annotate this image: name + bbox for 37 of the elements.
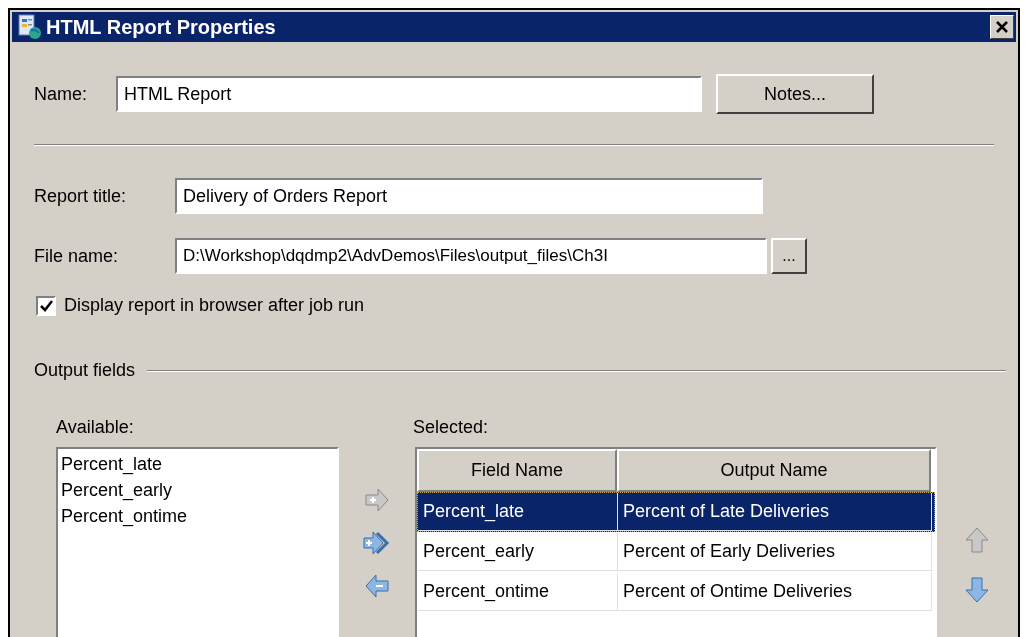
- table-cell: Percent_late: [418, 493, 618, 531]
- checkbox-label: Display report in browser after job run: [64, 294, 365, 317]
- list-item[interactable]: Percent_late: [61, 451, 163, 477]
- file-name-field[interactable]: D:\Workshop\dqdmp2\AdvDemos\Files\output_files\Ch3I: [175, 238, 767, 274]
- window-title: HTML Report Properties: [46, 15, 276, 40]
- remove-arrow-icon[interactable]: [363, 572, 391, 600]
- field-label: Name:: [34, 82, 88, 106]
- table-cell: Percent_early: [418, 533, 618, 571]
- list-label: Available:: [56, 416, 135, 439]
- field-label: Report title:: [34, 184, 128, 208]
- check-icon: [39, 299, 53, 312]
- group-label: Output fields: [34, 359, 136, 382]
- table-row[interactable]: Percent_late Percent of Late Deliveries: [417, 492, 935, 532]
- down-arrow-icon[interactable]: [963, 576, 991, 604]
- field-label: File name:: [34, 244, 120, 268]
- table-cell: Percent of Late Deliveries: [618, 493, 932, 531]
- table-row[interactable]: Percent_early Percent of Early Deliveries: [417, 532, 935, 572]
- name-field[interactable]: HTML Report: [116, 76, 702, 112]
- list-label: Selected:: [413, 416, 490, 439]
- report-globe-icon: [18, 14, 42, 40]
- table-cell: Percent of Ontime Deliveries: [618, 573, 932, 611]
- column-header[interactable]: Field Name: [417, 449, 617, 492]
- list-item[interactable]: Percent_ontime: [61, 503, 188, 529]
- list-item[interactable]: Percent_early: [61, 477, 173, 503]
- close-icon: [996, 21, 1008, 33]
- selected-table[interactable]: Field Name Output Name Percent_late Percent of Late Deliveries Percent_early Percent of Early Deliveries Percent_ontime Percent of Ontime Deliveries: [415, 447, 937, 637]
- report-title-field[interactable]: Delivery of Orders Report: [175, 178, 763, 214]
- column-header[interactable]: Output Name: [617, 449, 931, 492]
- browse-button[interactable]: ...: [771, 238, 807, 274]
- notes-button[interactable]: Notes...: [716, 74, 874, 114]
- table-cell: Percent_ontime: [418, 573, 618, 611]
- add-all-arrow-icon[interactable]: [363, 529, 391, 557]
- table-cell: Percent of Early Deliveries: [618, 533, 932, 571]
- checkbox[interactable]: [36, 295, 56, 316]
- available-list[interactable]: Percent_late Percent_early Percent_ontime: [56, 447, 339, 637]
- close-button[interactable]: [990, 15, 1014, 39]
- table-row[interactable]: Percent_ontime Percent of Ontime Deliveries: [417, 572, 935, 612]
